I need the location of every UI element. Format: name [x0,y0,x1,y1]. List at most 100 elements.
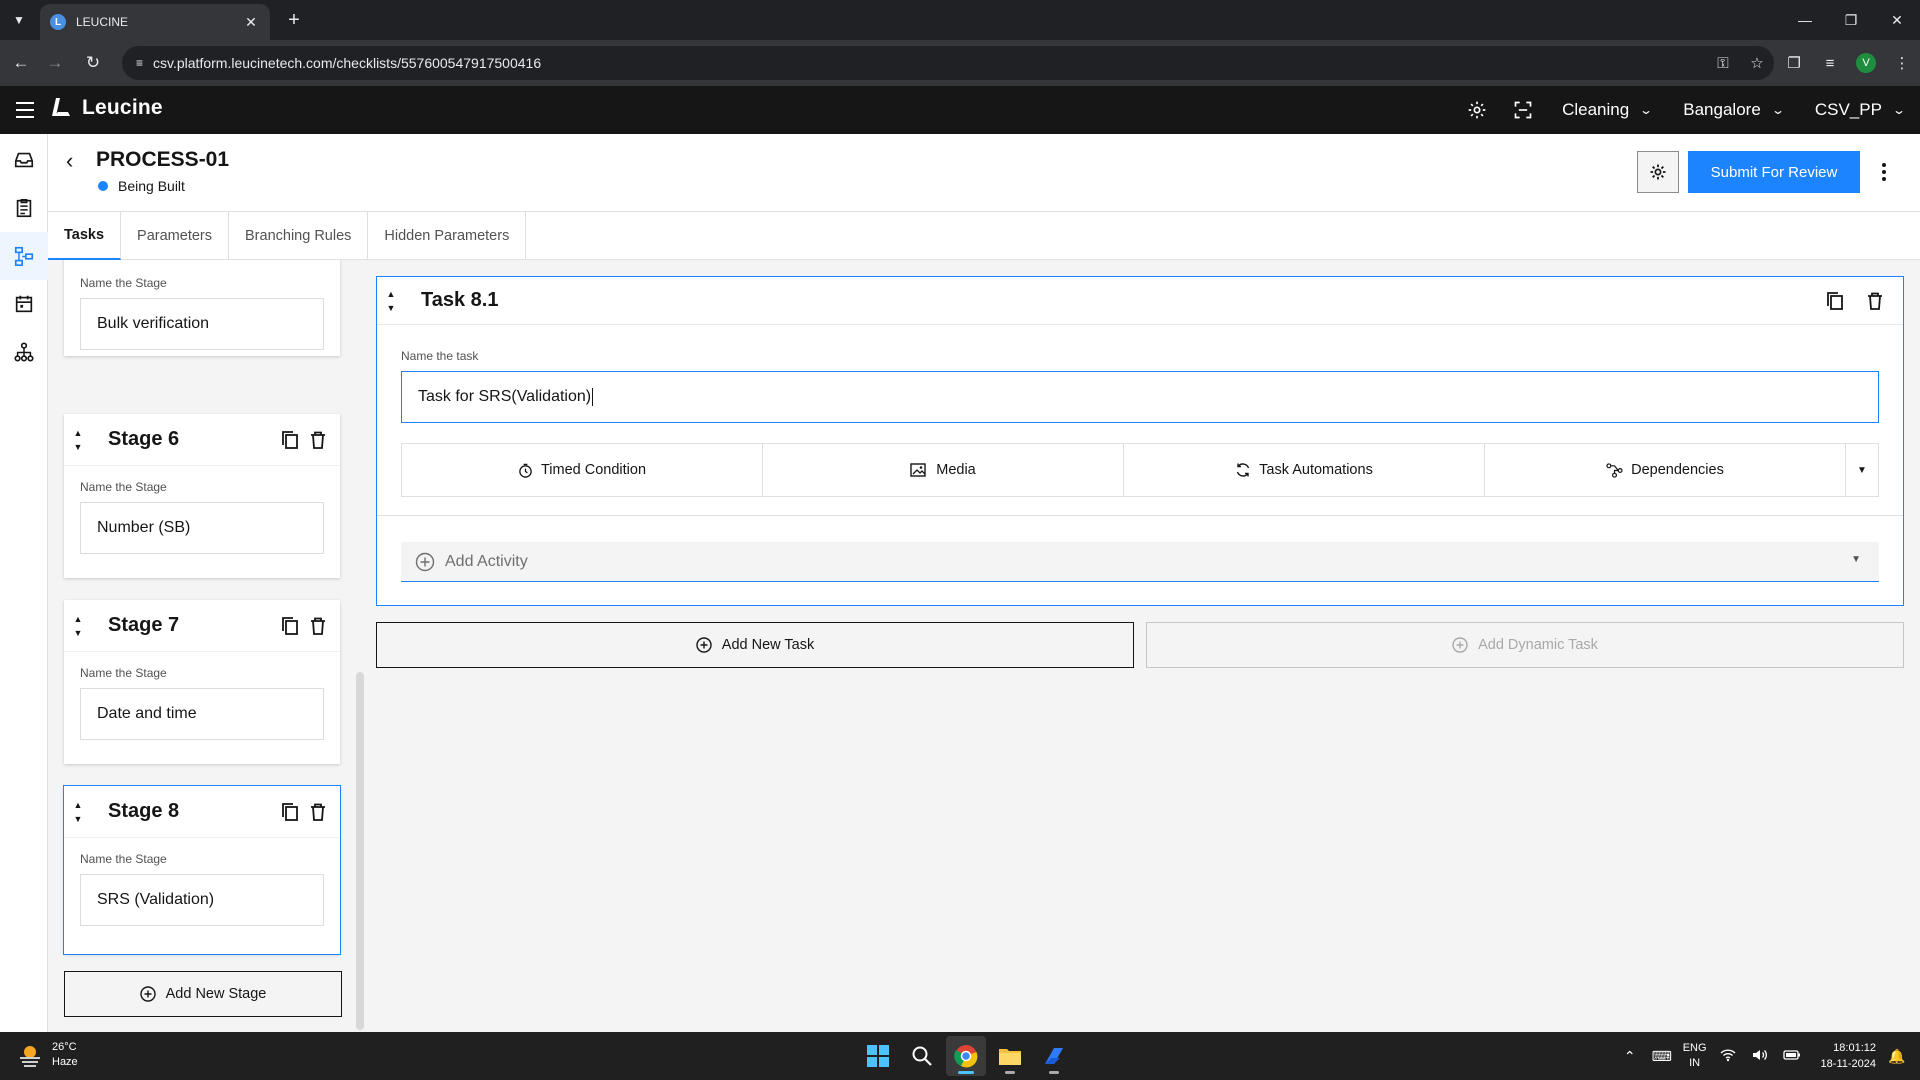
search-icon[interactable] [902,1036,942,1076]
media-button[interactable]: Media [763,444,1124,496]
move-up-icon[interactable]: ▲ [74,612,83,626]
add-circle-icon [139,986,156,1002]
stage-list-scrollbar[interactable] [356,672,364,1030]
system-clock[interactable]: 18:01:12 18-11-2024 [1821,1040,1876,1072]
site-info-icon[interactable]: ≡ [136,56,143,70]
tab-tasks[interactable]: Tasks [48,212,122,260]
add-new-task-button[interactable]: Add New Task [376,622,1134,668]
stage-name-input[interactable]: Date and time [80,688,324,740]
settings-gear-icon[interactable] [1454,86,1500,134]
reorder-arrows[interactable]: ▲ ▼ [64,414,92,466]
prototype-flow-icon[interactable] [0,232,48,280]
minimize-button[interactable]: — [1782,0,1828,40]
bookmark-star-icon[interactable]: ☆ [1740,54,1774,72]
move-up-icon[interactable]: ▲ [387,287,396,301]
url-text[interactable]: csv.platform.leucinetech.com/checklists/… [153,55,1706,71]
facility-selector[interactable]: Bangalore ⌄ [1667,86,1799,134]
timed-condition-button[interactable]: Timed Condition [402,444,763,496]
back-chevron-icon[interactable]: ‹ [66,148,73,174]
wifi-icon[interactable] [1717,1048,1739,1065]
tab-parameters[interactable]: Parameters [121,212,229,260]
address-bar[interactable]: ≡ csv.platform.leucinetech.com/checklist… [122,46,1774,80]
task-name-input[interactable]: Task for SRS(Validation) [401,371,1879,423]
language-indicator[interactable]: ENG IN [1683,1041,1707,1071]
trash-icon[interactable] [1861,287,1889,315]
copy-icon[interactable] [276,426,304,454]
move-down-icon[interactable]: ▼ [74,440,83,454]
media-controls-icon[interactable]: ≡ [1812,48,1848,78]
new-tab-button[interactable]: + [282,8,306,32]
battery-icon[interactable] [1781,1048,1803,1064]
copy-icon[interactable] [1821,287,1849,315]
task-card[interactable]: ▲ ▼ Task 8.1 Name the task Task for SRS(V… [376,276,1904,606]
tab-search-button[interactable]: ▼ [6,8,32,32]
trash-icon[interactable] [304,426,332,454]
input-indicator-icon[interactable]: ⌨ [1651,1048,1673,1065]
stage-name-input[interactable]: Bulk verification [80,298,324,350]
profile-button[interactable]: V [1848,48,1884,78]
reorder-arrows[interactable]: ▲ ▼ [64,786,92,838]
tab-branching-rules[interactable]: Branching Rules [229,212,369,260]
trash-icon[interactable] [304,612,332,640]
calendar-icon[interactable] [0,280,48,328]
submit-for-review-button[interactable]: Submit For Review [1688,151,1860,193]
file-explorer-icon[interactable] [990,1036,1030,1076]
browser-tab[interactable]: L LEUCINE ✕ [40,4,270,40]
inbox-icon[interactable] [0,136,48,184]
reorder-arrows[interactable]: ▲ ▼ [64,600,92,652]
task-reorder-arrows[interactable]: ▲ ▼ [377,277,405,325]
power-automate-icon[interactable] [1034,1036,1074,1076]
add-new-stage-button[interactable]: Add New Stage [64,971,342,1017]
copy-icon[interactable] [276,798,304,826]
stage-name-label: Name the Stage [80,852,167,866]
trash-icon[interactable] [304,798,332,826]
scan-icon[interactable] [1500,86,1546,134]
stage-name-input[interactable]: Number (SB) [80,502,324,554]
windows-start-icon[interactable] [858,1036,898,1076]
facility-value: Bangalore [1683,100,1761,119]
hierarchy-icon[interactable] [0,328,48,376]
password-key-icon[interactable]: ⚿ [1706,55,1740,72]
add-dynamic-task-button[interactable]: Add Dynamic Task [1146,622,1904,668]
show-hidden-icons-chevron-icon[interactable]: ⌃ [1619,1048,1641,1065]
checklist-icon[interactable] [0,184,48,232]
restore-button[interactable]: ❐ [1828,0,1874,40]
brand-name: Leucine [82,96,163,119]
stage-name-input[interactable]: SRS (Validation) [80,874,324,926]
move-down-icon[interactable]: ▼ [74,626,83,640]
extensions-icon[interactable]: ❐ [1776,48,1812,78]
stage-card[interactable]: ▲ ▼ Stage 7 Name the Stage Date and time [64,600,340,764]
notification-bell-icon[interactable]: 🔔 [1886,1048,1908,1065]
stage-card-selected[interactable]: ▲ ▼ Stage 8 Name the Stage SRS (Validatio… [63,785,341,955]
more-options-caret-icon[interactable]: ▼ [1846,444,1878,496]
tab-hidden-parameters[interactable]: Hidden Parameters [368,212,525,260]
copy-icon[interactable] [276,612,304,640]
brand-logo[interactable]: Leucine [50,96,163,120]
add-new-task-label: Add New Task [721,637,815,653]
checklist-settings-button[interactable] [1637,151,1679,193]
volume-icon[interactable] [1749,1048,1771,1065]
task-automations-button[interactable]: Task Automations [1124,444,1485,496]
move-up-icon[interactable]: ▲ [74,426,83,440]
stage-card[interactable]: ▲ ▼ Stage 6 Name the Stage Number (SB) [64,414,340,578]
hamburger-menu-icon[interactable] [16,100,34,120]
move-down-icon[interactable]: ▼ [74,812,83,826]
move-down-icon[interactable]: ▼ [387,301,396,315]
browser-menu-icon[interactable]: ⋮ [1884,48,1920,78]
stage-card-partial[interactable]: Name the Stage Bulk verification [64,260,340,356]
chrome-icon[interactable] [946,1036,986,1076]
weather-widget[interactable]: 26°C Haze [16,1040,78,1070]
back-arrow-icon[interactable]: ← [10,52,32,74]
close-tab-icon[interactable]: ✕ [242,14,260,31]
reload-icon[interactable]: ↻ [82,52,104,74]
forward-arrow-icon[interactable]: → [44,52,66,74]
close-window-button[interactable]: ✕ [1874,0,1920,40]
task-name-label: Name the task [401,349,479,363]
add-activity-select[interactable]: Add Activity ▼ [401,542,1879,582]
move-up-icon[interactable]: ▲ [74,798,83,812]
use-case-selector[interactable]: Cleaning ⌄ [1546,86,1667,134]
more-options-icon[interactable] [1872,151,1896,193]
task-automations-label: Task Automations [1259,462,1373,478]
user-menu[interactable]: CSV_PP ⌄ [1799,86,1920,134]
dependencies-button[interactable]: Dependencies [1485,444,1846,496]
